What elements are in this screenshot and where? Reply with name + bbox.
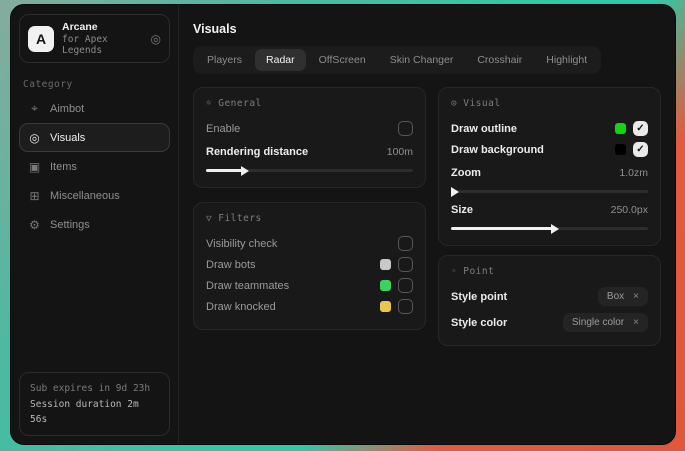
enable-checkbox[interactable]	[398, 121, 413, 136]
panel-title: General	[218, 98, 262, 109]
style-point-label: Style point	[451, 291, 507, 303]
sidebar-item-label: Items	[50, 161, 77, 173]
sidebar-item-label: Visuals	[50, 132, 85, 144]
panel-filters: ▽ Filters Visibility check Draw bots	[193, 202, 426, 330]
subscription-status-card: Sub expires in 9d 23h Session duration 2…	[19, 372, 170, 436]
draw-teammates-checkbox[interactable]	[398, 278, 413, 293]
funnel-icon: ▽	[206, 213, 212, 224]
tab-players[interactable]: Players	[196, 49, 253, 71]
visibility-check-label: Visibility check	[206, 238, 277, 250]
sidebar-item-label: Aimbot	[50, 103, 84, 115]
rendering-distance-value: 100m	[387, 146, 413, 158]
style-color-label: Style color	[451, 317, 507, 329]
draw-outline-checkbox[interactable]: ✓	[633, 121, 648, 136]
style-point-select[interactable]: Box ×	[598, 287, 648, 306]
sun-icon: ☼	[206, 98, 212, 109]
draw-bots-color-swatch[interactable]	[380, 259, 391, 270]
zoom-value: 1.0zm	[619, 167, 648, 179]
style-point-value: Box	[607, 291, 624, 302]
tab-highlight[interactable]: Highlight	[535, 49, 598, 71]
visibility-check-checkbox[interactable]	[398, 236, 413, 251]
sidebar-nav: ⌖ Aimbot ◎ Visuals ▣ Items ⊞ Miscellaneo…	[11, 94, 178, 239]
sidebar-item-visuals[interactable]: ◎ Visuals	[19, 123, 170, 152]
panel-general: ☼ General Enable Rendering distance 100m	[193, 87, 426, 188]
style-color-value: Single color	[572, 317, 624, 328]
category-label: Category	[23, 79, 178, 90]
draw-knocked-checkbox[interactable]	[398, 299, 413, 314]
tab-radar[interactable]: Radar	[255, 49, 306, 71]
tab-bar: Players Radar OffScreen Skin Changer Cro…	[193, 46, 601, 74]
grid-icon: ⊞	[28, 189, 41, 203]
sidebar-item-aimbot[interactable]: ⌖ Aimbot	[19, 94, 170, 123]
draw-knocked-color-swatch[interactable]	[380, 301, 391, 312]
app-logo: A	[28, 26, 54, 52]
draw-teammates-label: Draw teammates	[206, 280, 289, 292]
draw-outline-label: Draw outline	[451, 123, 517, 135]
draw-knocked-label: Draw knocked	[206, 301, 276, 313]
sub-expiry-text: Sub expires in 9d 23h	[30, 381, 159, 396]
app-subtitle: for Apex Legends	[62, 34, 143, 57]
tab-crosshair[interactable]: Crosshair	[466, 49, 533, 71]
clear-icon[interactable]: ×	[633, 291, 639, 302]
crosshair-icon: ⌖	[28, 101, 41, 116]
draw-background-checkbox[interactable]: ✓	[633, 142, 648, 157]
enable-label: Enable	[206, 123, 240, 135]
slider-thumb[interactable]	[551, 224, 559, 234]
zoom-slider[interactable]	[451, 190, 648, 193]
size-slider[interactable]	[451, 227, 648, 230]
sidebar: A Arcane for Apex Legends ◎ Category ⌖ A…	[11, 5, 179, 444]
tab-skin-changer[interactable]: Skin Changer	[379, 49, 465, 71]
app-name: Arcane	[62, 21, 143, 34]
app-header-card: A Arcane for Apex Legends ◎	[19, 14, 170, 63]
style-color-select[interactable]: Single color ×	[563, 313, 648, 332]
draw-teammates-color-swatch[interactable]	[380, 280, 391, 291]
clear-icon[interactable]: ×	[633, 317, 639, 328]
page-title: Visuals	[179, 5, 675, 36]
sidebar-item-settings[interactable]: ⚙ Settings	[19, 210, 170, 239]
slider-thumb[interactable]	[241, 166, 249, 176]
panel-title: Filters	[218, 213, 262, 224]
box-icon: ▣	[28, 160, 41, 174]
sidebar-item-label: Miscellaneous	[50, 190, 120, 202]
size-label: Size	[451, 204, 473, 216]
app-window: A Arcane for Apex Legends ◎ Category ⌖ A…	[10, 4, 676, 445]
radar-icon: ◎	[28, 131, 41, 145]
gear-icon: ⚙	[28, 218, 41, 232]
main-content: Visuals Players Radar OffScreen Skin Cha…	[179, 5, 675, 444]
panel-point: ◦ Point Style point Box × Style color S	[438, 255, 661, 346]
eye-icon: ⊙	[451, 98, 457, 109]
draw-background-color-swatch[interactable]	[615, 144, 626, 155]
draw-outline-color-swatch[interactable]	[615, 123, 626, 134]
panel-visual: ⊙ Visual Draw outline ✓ Draw background	[438, 87, 661, 246]
draw-bots-label: Draw bots	[206, 259, 256, 271]
size-value: 250.0px	[611, 204, 648, 216]
dot-icon: ◦	[451, 266, 457, 277]
rendering-distance-slider[interactable]	[206, 169, 413, 172]
rendering-distance-label: Rendering distance	[206, 146, 308, 158]
tab-offscreen[interactable]: OffScreen	[308, 49, 377, 71]
slider-thumb[interactable]	[451, 187, 459, 197]
panel-title: Point	[463, 266, 494, 277]
target-icon[interactable]: ◎	[151, 32, 161, 46]
draw-bots-checkbox[interactable]	[398, 257, 413, 272]
sidebar-item-items[interactable]: ▣ Items	[19, 152, 170, 181]
sidebar-item-label: Settings	[50, 219, 90, 231]
draw-background-label: Draw background	[451, 144, 544, 156]
zoom-label: Zoom	[451, 167, 481, 179]
panel-title: Visual	[463, 98, 500, 109]
session-duration-text: Session duration 2m 56s	[30, 397, 159, 427]
sidebar-item-miscellaneous[interactable]: ⊞ Miscellaneous	[19, 181, 170, 210]
